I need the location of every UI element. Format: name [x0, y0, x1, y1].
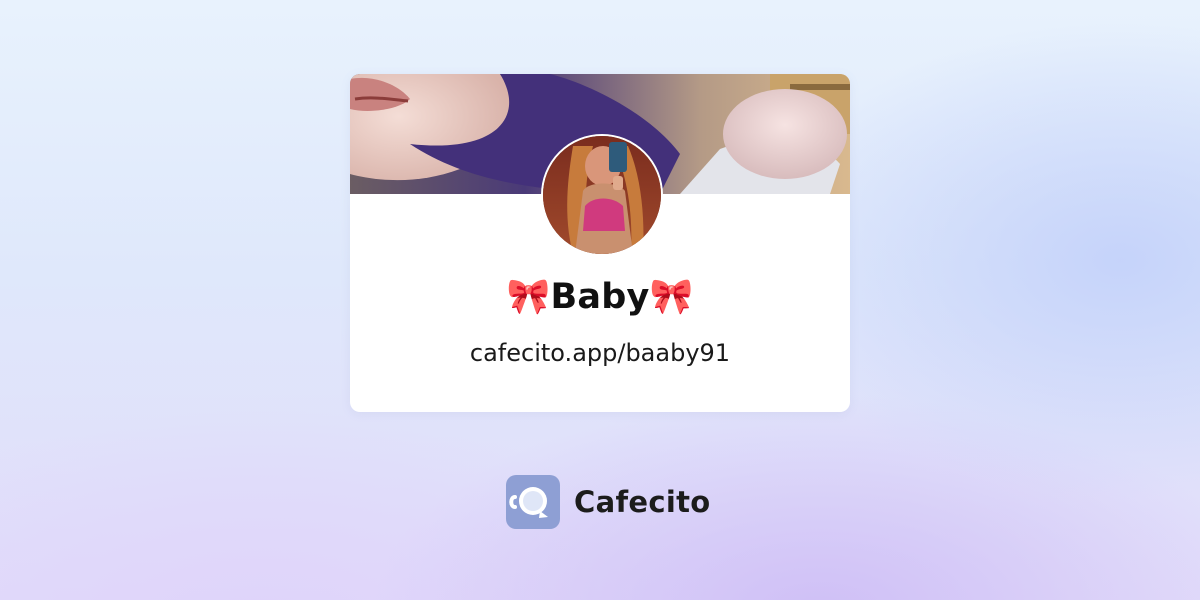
- profile-card[interactable]: 🎀Baby🎀 cafecito.app/baaby91: [350, 74, 850, 412]
- cafecito-cup-icon: [506, 475, 560, 529]
- profile-url[interactable]: cafecito.app/baaby91: [350, 337, 850, 369]
- display-name: 🎀Baby🎀: [506, 277, 694, 317]
- brand-footer[interactable]: Cafecito: [506, 475, 710, 529]
- avatar[interactable]: [541, 134, 663, 256]
- brand-name: Cafecito: [574, 485, 711, 519]
